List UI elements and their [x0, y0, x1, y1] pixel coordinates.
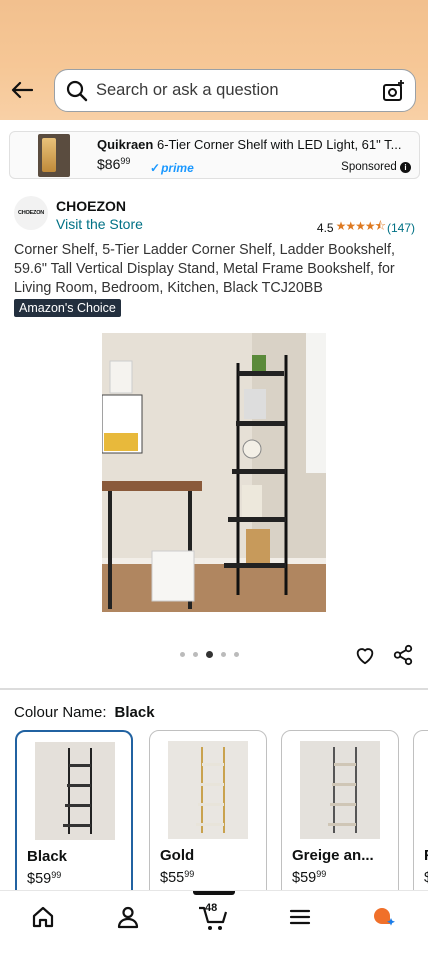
bottom-navigation: 48 — [0, 890, 428, 960]
swatch-price-fraction: 99 — [51, 870, 62, 880]
carousel-dot[interactable] — [234, 652, 239, 657]
sponsored-price-fraction: 99 — [120, 156, 131, 166]
rating-summary[interactable]: 4.5 ★★★★⯪ (147) — [317, 217, 415, 238]
search-icon — [66, 80, 88, 101]
carousel-dot[interactable] — [221, 652, 226, 657]
carousel-dot[interactable] — [180, 652, 185, 657]
colour-label-text: Colour Name: — [14, 704, 107, 721]
rating-value: 4.5 — [316, 220, 334, 235]
camera-search-icon[interactable] — [381, 79, 405, 103]
product-title: Corner Shelf, 5-Tier Ladder Corner Shelf… — [14, 242, 395, 296]
back-arrow-icon[interactable] — [8, 78, 36, 102]
sponsored-product-title: Quikraen 6-Tier Corner Shelf with LED Li… — [97, 137, 417, 152]
menu-icon[interactable] — [287, 904, 313, 930]
swatch-price-whole: $59 — [27, 871, 52, 887]
info-icon[interactable]: i — [400, 162, 411, 173]
sponsored-product-thumbnail — [38, 134, 70, 177]
swatch-name: Black — [27, 848, 68, 865]
prime-badge: prime — [150, 161, 194, 175]
colour-option-black[interactable]: Black $5999 — [15, 730, 133, 890]
swatch-price: $5599 — [160, 869, 194, 886]
colour-option-gold[interactable]: Gold $5599 — [149, 730, 267, 890]
star-rating-icon: ★★★★⯪ — [335, 219, 386, 233]
share-icon[interactable] — [392, 644, 414, 666]
carousel-dot[interactable] — [193, 652, 198, 657]
sponsored-title-text: 6-Tier Corner Shelf with LED Light, 61" … — [153, 137, 402, 152]
sponsored-product-banner[interactable]: Quikraen 6-Tier Corner Shelf with LED Li… — [9, 131, 420, 179]
colour-name-label: Colour Name: Black — [14, 704, 155, 721]
sponsored-brand: Quikraen — [97, 137, 154, 152]
swatch-name: F — [424, 847, 428, 864]
swatch-price-fraction: 99 — [184, 869, 195, 879]
image-carousel-dots[interactable] — [180, 651, 239, 658]
colour-option-greige[interactable]: Greige an... $5999 — [281, 730, 399, 890]
cart-count: 48 — [205, 902, 218, 914]
rufus-icon[interactable] — [371, 904, 397, 930]
swatch-price-whole: $59 — [292, 870, 317, 886]
swatch-price-fraction: 99 — [316, 869, 327, 879]
swatch-name: Greige an... — [292, 847, 374, 864]
review-count: (147) — [386, 220, 415, 235]
swatch-name: Gold — [160, 847, 195, 864]
swatch-price: $5999 — [27, 870, 61, 887]
heart-icon[interactable] — [354, 644, 376, 666]
app-header: Search or ask a question — [0, 0, 428, 120]
selected-colour: Black — [114, 704, 155, 721]
swatch-price: $5999 — [292, 869, 326, 886]
search-placeholder: Search or ask a question — [96, 81, 279, 99]
swatch-image — [35, 742, 115, 840]
active-tab-indicator — [193, 891, 235, 895]
account-icon[interactable] — [115, 904, 141, 930]
swatch-price-whole: $ — [424, 870, 428, 886]
swatch-price-whole: $55 — [160, 870, 185, 886]
colour-swatch-list[interactable]: Black $5999 Gold $5599 Greige an... $599… — [0, 730, 428, 890]
search-bar[interactable]: Search or ask a question — [54, 69, 416, 112]
section-divider — [0, 688, 428, 690]
carousel-dot-active[interactable] — [206, 651, 213, 658]
brand-logo[interactable]: CHOEZON — [14, 196, 48, 230]
amazons-choice-badge: Amazon's Choice — [14, 299, 121, 317]
swatch-image — [168, 741, 248, 839]
sponsored-price-whole: $86 — [97, 156, 121, 172]
swatch-price: $ — [424, 869, 428, 886]
swatch-image — [300, 741, 380, 839]
sponsored-label-text: Sponsored — [341, 161, 397, 173]
sponsored-price: $8699 — [97, 156, 130, 172]
colour-option-partial[interactable]: F $ — [413, 730, 428, 890]
visit-store-link[interactable]: Visit the Store — [56, 216, 143, 232]
product-image[interactable] — [102, 333, 326, 612]
home-icon[interactable] — [30, 904, 56, 930]
brand-name: CHOEZON — [56, 198, 126, 214]
sponsored-label[interactable]: Sponsored i — [341, 161, 411, 173]
